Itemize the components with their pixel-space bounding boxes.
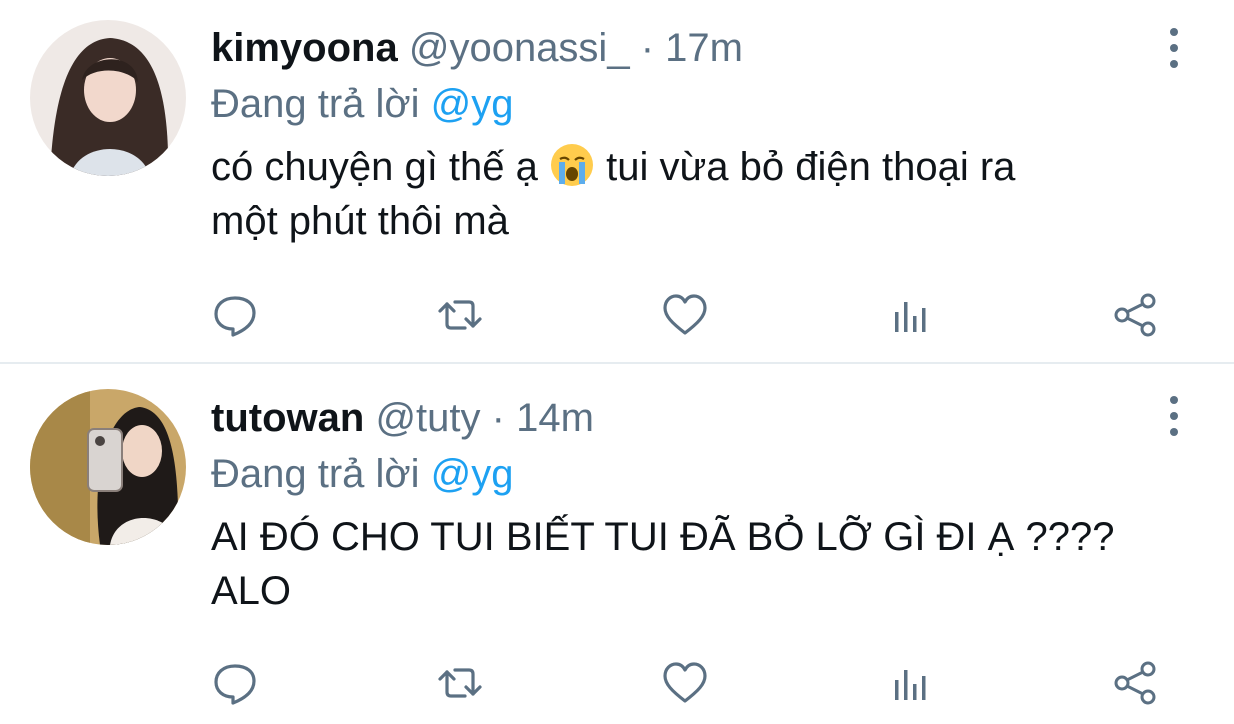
- tweet-header: tutowan @tuty · 14m: [211, 394, 1174, 442]
- share-button[interactable]: [1110, 658, 1160, 708]
- reply-button[interactable]: [210, 658, 260, 708]
- tweet[interactable]: tutowan @tuty · 14m Đang trả lời @yg AI …: [0, 366, 1234, 724]
- avatar-photo: [30, 20, 186, 176]
- retweet-icon: [438, 300, 482, 330]
- like-button[interactable]: [660, 658, 710, 708]
- heart-icon: [663, 294, 707, 335]
- retweet-button[interactable]: [435, 290, 485, 340]
- retweet-button[interactable]: [435, 658, 485, 708]
- timestamp[interactable]: 17m: [665, 26, 743, 70]
- more-options-button[interactable]: [1162, 24, 1186, 74]
- speech-bubble-icon: [214, 664, 256, 705]
- reply-prefix: Đang trả lời: [211, 452, 420, 496]
- vertical-ellipsis-icon: [1170, 28, 1178, 68]
- reply-button[interactable]: [210, 290, 260, 340]
- separator: ·: [491, 396, 505, 440]
- display-name[interactable]: tutowan: [211, 396, 364, 440]
- bar-chart-icon: [895, 670, 926, 700]
- share-button[interactable]: [1110, 290, 1160, 340]
- avatar-photo: [30, 389, 186, 545]
- timestamp[interactable]: 14m: [516, 396, 594, 440]
- tweet-header: kimyoona @yoonassi_ · 17m: [211, 24, 1174, 72]
- tweet-actions: [210, 290, 1170, 340]
- replying-to: Đang trả lời @yg: [211, 450, 1174, 498]
- tweet-text: có chuyện gì thế ạ tui vừa bỏ điện thoại…: [211, 140, 1174, 248]
- avatar[interactable]: [30, 389, 186, 545]
- tweet[interactable]: kimyoona @yoonassi_ · 17m Đang trả lời @…: [0, 0, 1234, 364]
- replying-to: Đang trả lời @yg: [211, 80, 1174, 128]
- heart-icon: [663, 662, 707, 703]
- retweet-icon: [438, 668, 482, 698]
- speech-bubble-icon: [214, 296, 256, 337]
- vertical-ellipsis-icon: [1170, 396, 1178, 436]
- tweet-text: AI ĐÓ CHO TUI BIẾT TUI ĐÃ BỎ LỠ GÌ ĐI Ạ …: [211, 515, 1115, 613]
- share-icon: [1114, 661, 1156, 705]
- tweet-text-part: có chuyện gì thế ạ: [211, 145, 550, 189]
- avatar[interactable]: [30, 20, 186, 176]
- bar-chart-icon: [895, 302, 926, 332]
- tweet-actions: [210, 658, 1170, 708]
- views-button[interactable]: [885, 290, 935, 340]
- reply-prefix: Đang trả lời: [211, 82, 420, 126]
- display-name[interactable]: kimyoona: [211, 26, 398, 70]
- views-button[interactable]: [885, 658, 935, 708]
- handle[interactable]: @tuty: [375, 396, 480, 440]
- share-icon: [1114, 293, 1156, 337]
- like-button[interactable]: [660, 290, 710, 340]
- separator: ·: [640, 26, 655, 70]
- reply-target-link[interactable]: @yg: [431, 82, 514, 126]
- handle[interactable]: @yoonassi_: [409, 26, 630, 70]
- more-options-button[interactable]: [1162, 392, 1186, 442]
- reply-target-link[interactable]: @yg: [431, 452, 514, 496]
- loudly-crying-face-icon: [549, 142, 595, 188]
